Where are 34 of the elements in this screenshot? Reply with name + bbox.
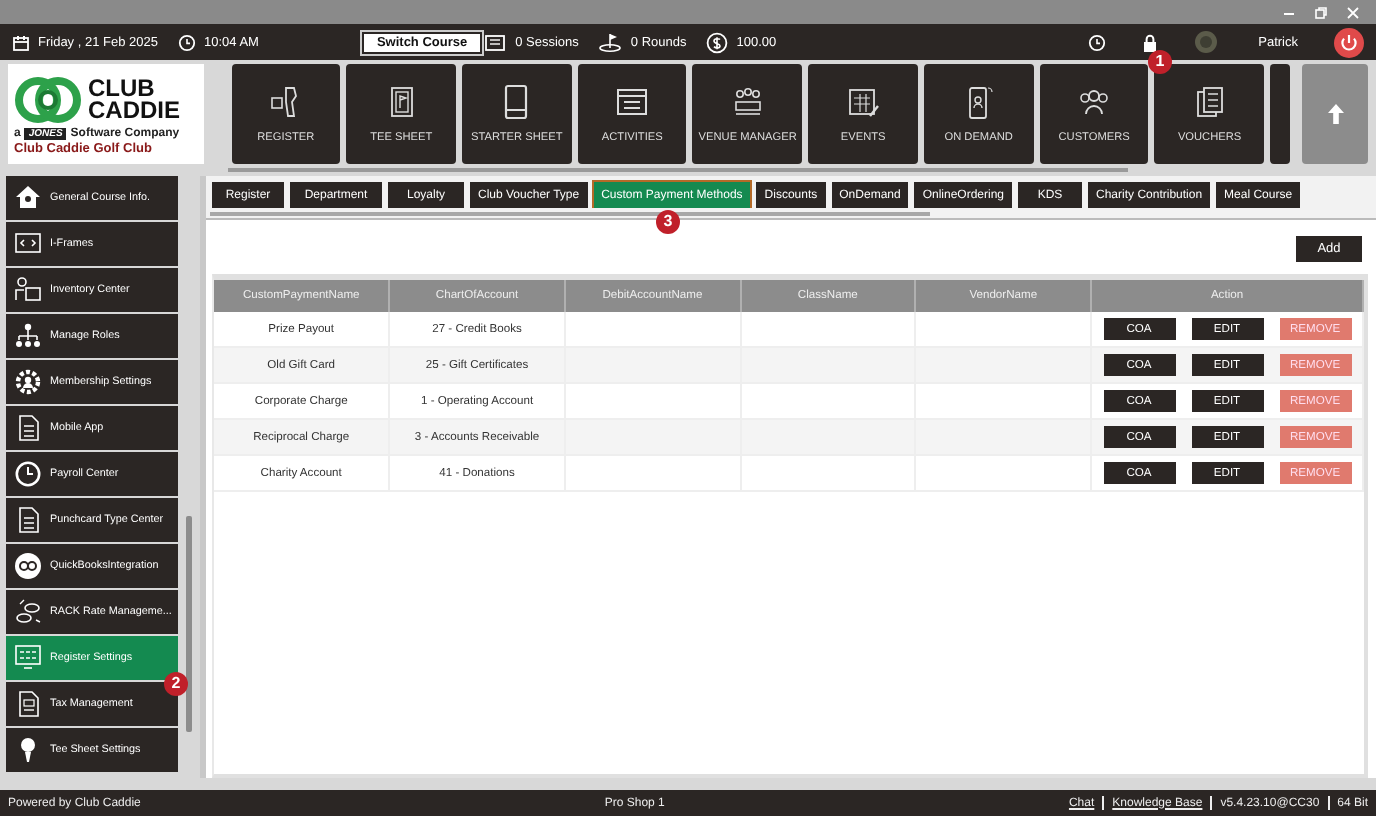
coins-icon <box>14 598 42 626</box>
power-icon[interactable] <box>1334 27 1364 57</box>
document-icon <box>14 414 42 442</box>
clock-icon <box>177 33 196 51</box>
qb-circle-icon <box>14 552 42 580</box>
lock-icon[interactable] <box>1142 33 1159 51</box>
tax-document-icon <box>14 690 42 718</box>
logo-text: CADDIE <box>88 99 181 121</box>
people-table-icon <box>729 84 766 120</box>
close-icon[interactable] <box>1346 5 1360 19</box>
register-screen-icon <box>14 644 42 672</box>
hierarchy-icon <box>14 322 42 350</box>
scrollbar[interactable] <box>228 168 1128 172</box>
module-tile[interactable] <box>1270 64 1291 164</box>
logo-text: CLUB <box>88 77 157 99</box>
calendar-pen-icon <box>845 84 882 120</box>
clock-icon[interactable] <box>1088 33 1107 51</box>
sessions-icon <box>483 33 506 51</box>
people-icon <box>1076 84 1113 120</box>
clock-icon <box>14 460 42 488</box>
rings-logo-icon <box>14 73 82 125</box>
house-icon <box>14 184 42 212</box>
person-desk-icon <box>14 276 42 304</box>
avatar-icon[interactable] <box>1194 30 1219 54</box>
calendar-icon <box>614 84 651 120</box>
document-icon <box>14 506 42 534</box>
gear-person-icon <box>14 368 42 396</box>
documents-icon <box>1191 84 1228 120</box>
up-arrow-icon <box>1325 102 1346 126</box>
calendar-icon <box>12 33 30 51</box>
golf-flag-icon <box>598 32 623 52</box>
restore-icon[interactable] <box>1314 5 1328 19</box>
code-icon <box>14 230 42 258</box>
dollar-icon <box>706 31 729 53</box>
